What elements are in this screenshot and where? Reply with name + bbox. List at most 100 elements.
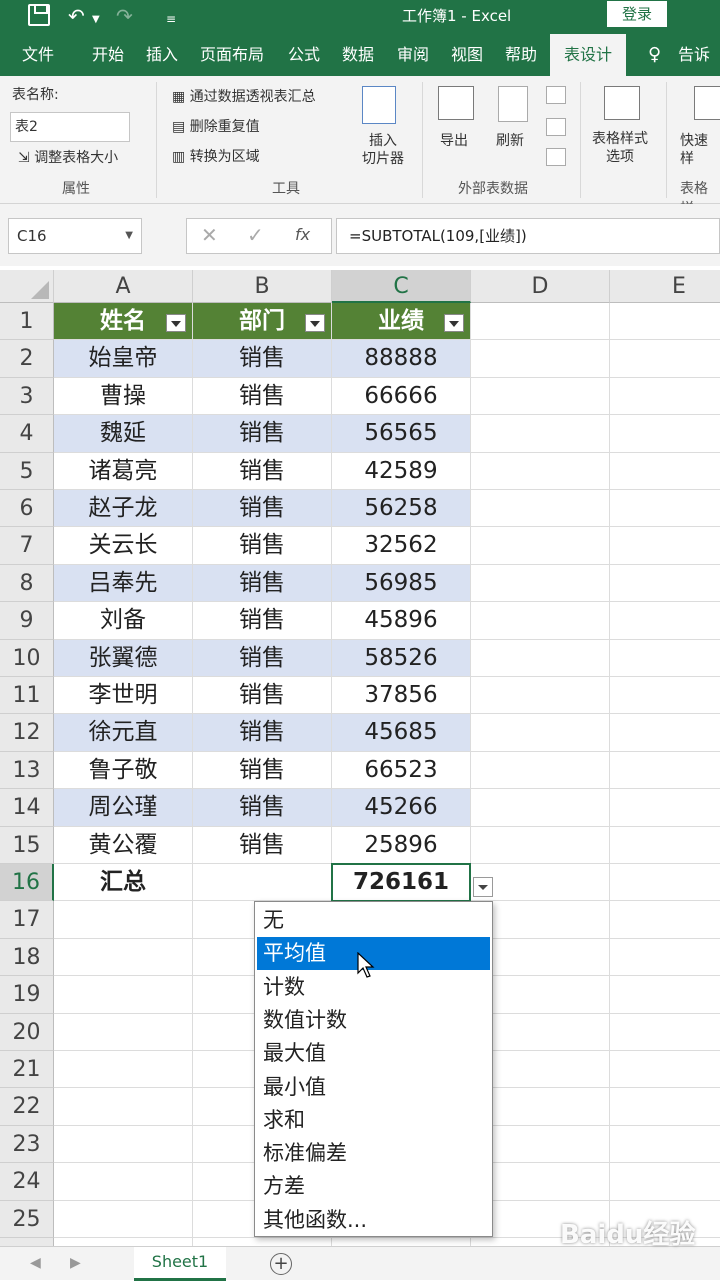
cell-d9[interactable] xyxy=(471,602,610,640)
row-header-19[interactable]: 19 xyxy=(0,976,54,1014)
filter-dropdown-icon[interactable] xyxy=(444,314,464,332)
export-button[interactable]: 导出 xyxy=(440,132,468,150)
cell-e3[interactable] xyxy=(610,378,720,416)
undo-icon[interactable]: ↶ xyxy=(68,6,85,26)
tab-table-design[interactable]: 表设计 xyxy=(550,34,627,76)
tab-help[interactable]: 帮助 xyxy=(505,34,537,76)
cell-c8[interactable]: 56985 xyxy=(332,564,471,603)
row-header-2[interactable]: 2 xyxy=(0,340,54,378)
tab-review[interactable]: 审阅 xyxy=(397,34,429,76)
cell-e16[interactable] xyxy=(610,864,720,902)
cell-a14[interactable]: 周公瑾 xyxy=(54,789,193,827)
save-icon[interactable] xyxy=(28,4,50,26)
cell-b2[interactable]: 销售 xyxy=(193,340,332,378)
select-all-corner[interactable] xyxy=(0,270,54,303)
menu-item-8[interactable]: 方差 xyxy=(257,1170,490,1203)
row-header-10[interactable]: 10 xyxy=(0,639,54,677)
row-header-18[interactable]: 18 xyxy=(0,938,54,977)
row-header-8[interactable]: 8 xyxy=(0,564,54,603)
cell-a3[interactable]: 曹操 xyxy=(54,377,193,416)
column-header-c[interactable]: C xyxy=(332,270,471,303)
cell-c12[interactable]: 45685 xyxy=(332,714,471,752)
cell-a9[interactable]: 刘备 xyxy=(54,602,193,640)
filter-dropdown-icon[interactable] xyxy=(305,314,325,332)
cell-a17[interactable] xyxy=(54,901,193,939)
row-header-13[interactable]: 13 xyxy=(0,751,54,790)
cell-c7[interactable]: 32562 xyxy=(332,527,471,565)
table-name-input[interactable]: 表2 xyxy=(10,112,130,142)
cell-e22[interactable] xyxy=(610,1088,720,1126)
cell-d5[interactable] xyxy=(471,452,610,490)
cell-e19[interactable] xyxy=(610,976,720,1014)
cell-a18[interactable] xyxy=(54,938,193,977)
cell-c26[interactable] xyxy=(332,1238,471,1246)
row-header-25[interactable]: 25 xyxy=(0,1200,54,1238)
cell-b5[interactable]: 销售 xyxy=(193,452,332,490)
row-header-23[interactable]: 23 xyxy=(0,1125,54,1164)
undo-dropdown-icon[interactable]: ▼ xyxy=(92,10,100,30)
row-header-26[interactable]: 26 xyxy=(0,1238,54,1246)
cell-b15[interactable]: 销售 xyxy=(193,826,332,864)
cell-d10[interactable] xyxy=(471,639,610,677)
menu-item-0[interactable]: 无 xyxy=(257,904,490,937)
cell-b4[interactable]: 销售 xyxy=(193,415,332,453)
cell-e10[interactable] xyxy=(610,640,720,677)
tab-tell-me[interactable]: 告诉我 xyxy=(678,34,720,106)
cell-c13[interactable]: 66523 xyxy=(332,751,471,790)
tab-view[interactable]: 视图 xyxy=(451,34,483,76)
row-header-14[interactable]: 14 xyxy=(0,789,54,827)
column-header-e[interactable]: E xyxy=(610,270,720,303)
cell-d15[interactable] xyxy=(471,826,610,864)
cell-a23[interactable] xyxy=(54,1125,193,1164)
insert-slicer-button[interactable]: 插入 切片器 xyxy=(362,132,404,168)
cell-e11[interactable] xyxy=(610,677,720,715)
cell-c14[interactable]: 45266 xyxy=(332,789,471,827)
tab-insert[interactable]: 插入 xyxy=(146,34,178,76)
cell-e9[interactable] xyxy=(610,602,720,640)
cell-b14[interactable]: 销售 xyxy=(193,789,332,827)
filter-dropdown-icon[interactable] xyxy=(166,314,186,332)
cell-b3[interactable]: 销售 xyxy=(193,377,332,416)
remove-duplicates-button[interactable]: ▤ 删除重复值 xyxy=(172,118,260,136)
row-header-16[interactable]: 16 xyxy=(0,864,54,902)
cell-b26[interactable] xyxy=(193,1238,332,1246)
cell-e6[interactable] xyxy=(610,490,720,528)
properties-icon[interactable] xyxy=(546,86,566,104)
cell-e2[interactable] xyxy=(610,340,720,378)
lightbulb-icon[interactable]: ♀ xyxy=(648,34,661,76)
cell-d13[interactable] xyxy=(471,751,610,790)
row-header-5[interactable]: 5 xyxy=(0,452,54,490)
cell-a25[interactable] xyxy=(54,1200,193,1238)
cell-a12[interactable]: 徐元直 xyxy=(54,714,193,752)
row-header-12[interactable]: 12 xyxy=(0,714,54,752)
login-button[interactable]: 登录 xyxy=(607,1,667,27)
cell-a6[interactable]: 赵子龙 xyxy=(54,490,193,528)
cell-d7[interactable] xyxy=(471,527,610,565)
cell-b1[interactable]: 部门 xyxy=(193,303,332,341)
cell-e12[interactable] xyxy=(610,714,720,752)
formula-input[interactable]: =SUBTOTAL(109,[业绩]) xyxy=(336,218,720,254)
name-box[interactable]: C16 ▼ xyxy=(8,218,142,254)
cell-e21[interactable] xyxy=(610,1051,720,1089)
cell-b8[interactable]: 销售 xyxy=(193,564,332,603)
row-header-9[interactable]: 9 xyxy=(0,602,54,640)
unlink-icon[interactable] xyxy=(546,148,566,166)
cell-e4[interactable] xyxy=(610,415,720,453)
column-header-b[interactable]: B xyxy=(193,270,332,303)
row-header-24[interactable]: 24 xyxy=(0,1163,54,1201)
cell-e14[interactable] xyxy=(610,789,720,827)
menu-item-6[interactable]: 求和 xyxy=(257,1104,490,1137)
convert-to-range-button[interactable]: ▥ 转换为区域 xyxy=(172,148,260,166)
cell-a21[interactable] xyxy=(54,1051,193,1089)
tab-formulas[interactable]: 公式 xyxy=(288,34,320,76)
cell-a24[interactable] xyxy=(54,1163,193,1201)
cell-c10[interactable]: 58526 xyxy=(332,639,471,677)
cell-c4[interactable]: 56565 xyxy=(332,415,471,453)
cell-d1[interactable] xyxy=(471,303,610,341)
cell-a1[interactable]: 姓名 xyxy=(54,303,193,341)
cell-d11[interactable] xyxy=(471,677,610,715)
add-sheet-icon[interactable]: + xyxy=(270,1253,292,1275)
cell-e18[interactable] xyxy=(610,939,720,977)
cell-e15[interactable] xyxy=(610,827,720,864)
cell-a4[interactable]: 魏延 xyxy=(54,415,193,453)
